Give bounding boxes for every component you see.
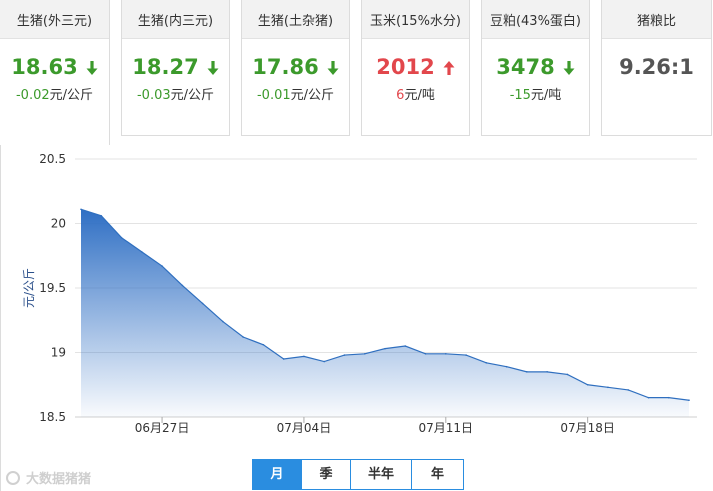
data-point[interactable]	[282, 358, 285, 360]
card-price-value: 9.26:1	[619, 55, 694, 79]
card-title: 豆粕(43%蛋白)	[482, 0, 589, 39]
arrow-down-icon	[207, 61, 219, 75]
data-point[interactable]	[323, 360, 326, 363]
arrow-down-icon	[86, 61, 98, 75]
y-tick-label: 20.5	[39, 152, 66, 166]
data-point[interactable]	[161, 265, 163, 267]
card-change-value: -0.03	[136, 88, 171, 103]
card-change: -0.01元/公斤	[242, 84, 349, 103]
data-point[interactable]	[445, 352, 447, 355]
arrow-up-icon	[443, 61, 455, 75]
data-point[interactable]	[485, 362, 488, 364]
data-point[interactable]	[363, 352, 366, 355]
card-change-unit: 元/吨	[530, 88, 562, 103]
price-trend-chart: 18.5 19 19.5 20 20.5 元/公斤 06月27日 07月04日 07月11日 07…	[22, 152, 697, 435]
data-point[interactable]	[647, 396, 650, 399]
tab-year[interactable]: 年	[411, 460, 463, 489]
card-title: 生猪(土杂猪)	[242, 0, 349, 39]
y-tick-label: 19	[51, 346, 66, 360]
card-price-value: 3478	[496, 55, 555, 79]
data-point[interactable]	[667, 396, 670, 399]
data-point[interactable]	[343, 354, 346, 356]
data-point[interactable]	[586, 383, 589, 386]
card-change: 6元/吨	[362, 84, 469, 103]
price-cards: 生猪(外三元) 18.63 -0.02元/公斤 生猪(内三元) 18.27 -0.03元/…	[0, 0, 713, 145]
data-point[interactable]	[181, 284, 184, 287]
card-price: 3478	[482, 54, 589, 80]
y-tick-label: 19.5	[39, 281, 66, 295]
data-point[interactable]	[607, 386, 609, 389]
price-card: 豆粕(43%蛋白) 3478 -15元/吨	[481, 0, 590, 136]
card-change-unit: 元/公斤	[49, 88, 94, 103]
card-price-value: 18.63	[11, 55, 78, 79]
price-card: 生猪(内三元) 18.27 -0.03元/公斤	[121, 0, 230, 136]
watermark-text: 大数据猪猪	[26, 472, 92, 487]
y-tick-label: 20	[51, 217, 66, 231]
data-point[interactable]	[141, 251, 143, 253]
x-tick-label: 07月11日	[419, 421, 474, 435]
price-card: 猪粮比 9.26:1	[601, 0, 712, 136]
data-point[interactable]	[242, 336, 244, 338]
data-point[interactable]	[566, 373, 569, 376]
card-price-value: 18.27	[132, 55, 199, 79]
x-tick-label: 07月18日	[560, 421, 615, 435]
data-point[interactable]	[201, 302, 204, 305]
data-point[interactable]	[688, 399, 690, 402]
price-card: 生猪(土杂猪) 17.86 -0.01元/公斤	[241, 0, 350, 136]
price-card: 玉米(15%水分) 2012 6元/吨	[361, 0, 470, 136]
data-point[interactable]	[424, 352, 427, 355]
data-point[interactable]	[404, 345, 407, 347]
card-change: -0.02元/公斤	[0, 84, 109, 103]
watermark: 大数据猪猪	[6, 468, 91, 487]
card-price: 18.27	[122, 54, 229, 80]
card-change-value: -15	[509, 88, 531, 103]
card-change: -0.03元/公斤	[122, 84, 229, 103]
card-change-value: -0.02	[15, 88, 50, 103]
period-tabs: 月 季 半年 年	[252, 459, 464, 490]
card-change-unit: 元/公斤	[290, 88, 335, 103]
data-point[interactable]	[384, 347, 386, 350]
data-point[interactable]	[526, 371, 528, 373]
data-point[interactable]	[546, 371, 548, 373]
card-title: 生猪(内三元)	[122, 0, 229, 39]
y-tick-label: 18.5	[39, 410, 66, 424]
price-card: 生猪(外三元) 18.63 -0.02元/公斤	[0, 0, 110, 145]
card-title: 生猪(外三元)	[0, 0, 109, 39]
data-point[interactable]	[100, 214, 103, 217]
y-axis-label: 元/公斤	[22, 268, 36, 308]
x-tick-label: 06月27日	[135, 421, 190, 435]
data-point[interactable]	[465, 354, 467, 356]
card-price: 9.26:1	[602, 54, 711, 80]
data-point[interactable]	[120, 236, 123, 239]
tab-quarter[interactable]: 季	[301, 460, 350, 489]
data-point[interactable]	[627, 389, 629, 391]
card-change-value: -0.01	[256, 88, 291, 103]
tab-month[interactable]: 月	[253, 460, 301, 489]
data-point[interactable]	[303, 355, 305, 358]
data-point[interactable]	[80, 208, 82, 211]
card-price: 17.86	[242, 54, 349, 80]
card-price: 2012	[362, 54, 469, 80]
card-price-value: 2012	[376, 55, 435, 79]
card-change: -15元/吨	[482, 84, 589, 103]
x-tick-label: 07月04日	[277, 421, 332, 435]
watermark-logo-icon	[6, 470, 20, 485]
card-price: 18.63	[0, 54, 109, 80]
arrow-down-icon	[327, 61, 339, 75]
data-point[interactable]	[505, 365, 508, 368]
tab-half-year[interactable]: 半年	[350, 460, 411, 489]
card-title: 玉米(15%水分)	[362, 0, 469, 39]
arrow-down-icon	[563, 61, 575, 75]
data-point[interactable]	[262, 343, 265, 346]
card-change-unit: 元/公斤	[170, 88, 215, 103]
card-change-unit: 元/吨	[404, 88, 435, 103]
card-price-value: 17.86	[252, 55, 319, 79]
card-title: 猪粮比	[602, 0, 711, 39]
data-point[interactable]	[222, 320, 224, 323]
